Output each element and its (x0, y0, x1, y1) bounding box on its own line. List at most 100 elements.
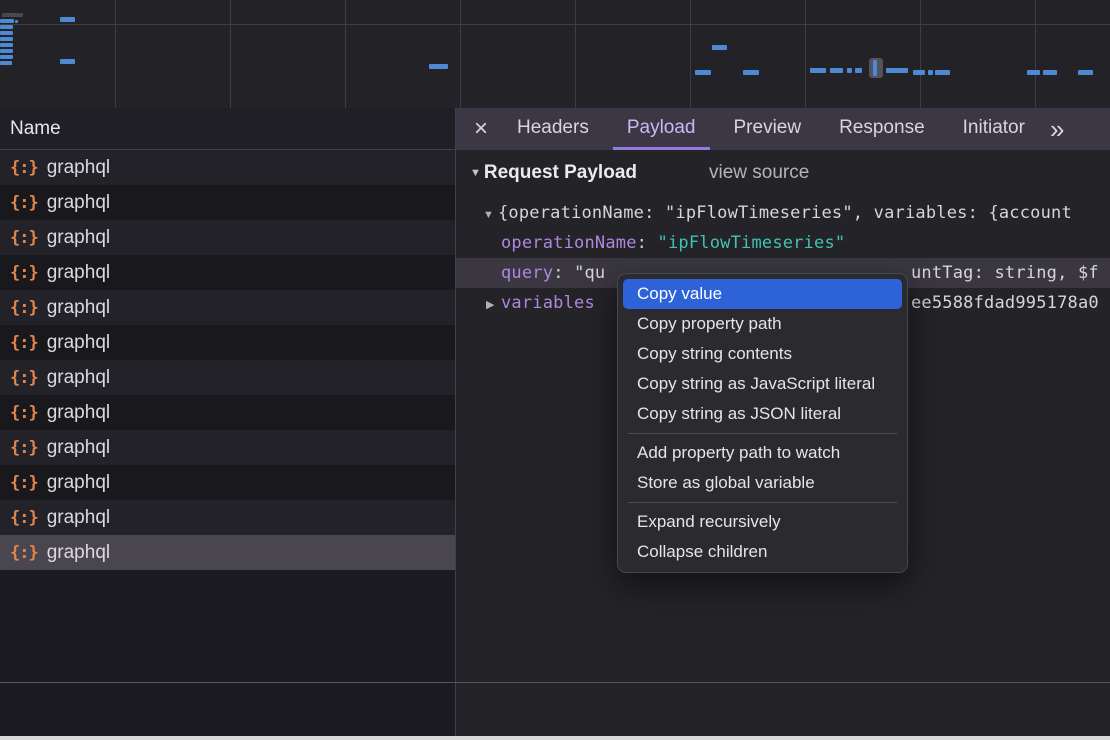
json-root-preview: {operationName: "ipFlowTimeseries", vari… (498, 203, 1072, 223)
overview-vertical-gridline (115, 0, 116, 108)
request-row[interactable]: {:}graphql (0, 500, 455, 535)
menu-item-copy-value[interactable]: Copy value (623, 279, 902, 309)
waterfall-request-bar (847, 68, 852, 73)
overview-horizontal-gridline (0, 24, 1110, 25)
json-string-value: "ipFlowTimeseries" (658, 233, 846, 253)
request-row[interactable]: {:} graphql (0, 360, 455, 395)
overview-vertical-gridline (230, 0, 231, 108)
waterfall-request-bar (695, 70, 711, 75)
request-name: graphql (47, 297, 110, 319)
waterfall-request-bar (712, 45, 727, 50)
request-payload-section-header: ▼ Request Payload view source (456, 162, 1110, 198)
more-tabs-icon[interactable]: » (1050, 108, 1064, 150)
menu-item-collapse-children[interactable]: Collapse children (618, 537, 907, 567)
waterfall-request-bar (0, 19, 14, 23)
waterfall-request-bar (429, 64, 448, 69)
waterfall-request-bar (1078, 70, 1093, 75)
network-overview-timeline[interactable] (0, 0, 1110, 108)
waterfall-request-bar (0, 43, 13, 47)
request-name: graphql (47, 157, 110, 179)
overview-vertical-gridline (805, 0, 806, 108)
waterfall-selected-request-marker (869, 58, 883, 78)
request-row[interactable]: {:} graphql (0, 255, 455, 290)
overview-vertical-gridline (690, 0, 691, 108)
menu-item-expand-recursively[interactable]: Expand recursively (618, 507, 907, 537)
json-request-icon: {:} (10, 298, 38, 318)
request-name: graphql (47, 542, 110, 564)
request-name: graphql (47, 262, 110, 284)
section-title: Request Payload (484, 162, 637, 184)
tab-payload[interactable]: Payload (613, 108, 710, 150)
request-row[interactable]: {:} graphql (0, 290, 455, 325)
waterfall-request-bar (0, 55, 13, 59)
json-request-icon: {:} (10, 158, 38, 178)
json-request-icon: {:} (10, 438, 38, 458)
request-row[interactable]: {:} graphql (0, 395, 455, 430)
waterfall-request-bar (0, 25, 13, 29)
json-request-icon: {:} (10, 193, 38, 213)
json-request-icon: {:} (10, 263, 38, 283)
view-source-link[interactable]: view source (709, 162, 809, 184)
devtools-network-panel: Name {:} graphql {:} graphql {:} graphql {:} gr… (0, 0, 1110, 740)
waterfall-request-bar (60, 59, 75, 64)
request-name: graphql (47, 192, 110, 214)
request-row[interactable]: {:}graphql (0, 535, 455, 570)
json-root-row[interactable]: ▼{operationName: "ipFlowTimeseries", var… (456, 198, 1110, 228)
request-name: graphql (47, 402, 110, 424)
close-icon[interactable]: × (464, 108, 498, 150)
request-name: graphql (47, 227, 110, 249)
waterfall-request-bar (0, 49, 13, 53)
waterfall-request-bar (743, 70, 759, 75)
section-disclosure-expanded-icon[interactable]: ▼ (470, 167, 481, 179)
detail-tabs-bar: × HeadersPayloadPreviewResponseInitiator… (456, 108, 1110, 150)
menu-item-copy-string-contents[interactable]: Copy string contents (618, 339, 907, 369)
menu-item-store-as-global-variable[interactable]: Store as global variable (618, 468, 907, 498)
json-row-operationName[interactable]: operationName: "ipFlowTimeseries" (456, 228, 1110, 258)
request-name: graphql (47, 472, 110, 494)
waterfall-request-bar (60, 17, 75, 22)
request-row[interactable]: {:} graphql (0, 430, 455, 465)
json-key: variables (501, 293, 595, 313)
json-request-icon: {:} (10, 473, 38, 493)
context-menu: Copy valueCopy property pathCopy string … (617, 273, 908, 573)
request-row[interactable]: {:} graphql (0, 185, 455, 220)
menu-separator (628, 433, 897, 434)
overview-vertical-gridline (575, 0, 576, 108)
menu-item-add-property-path-to-watch[interactable]: Add property path to watch (618, 438, 907, 468)
page-bottom-edge (0, 736, 1110, 740)
json-key: query (501, 263, 553, 283)
waterfall-request-bar (1027, 70, 1040, 75)
request-name: graphql (47, 437, 110, 459)
waterfall-request-bar (830, 68, 843, 73)
request-name: graphql (47, 507, 110, 529)
disclosure-expanded-icon[interactable]: ▼ (483, 200, 498, 228)
menu-item-copy-string-as-javascript-literal[interactable]: Copy string as JavaScript literal (618, 369, 907, 399)
request-name: graphql (47, 367, 110, 389)
waterfall-request-bar (2, 13, 23, 17)
menu-item-copy-string-as-json-literal[interactable]: Copy string as JSON literal (618, 399, 907, 429)
waterfall-request-bar (913, 70, 925, 75)
tab-headers[interactable]: Headers (503, 108, 603, 150)
column-header-label: Name (10, 118, 61, 140)
request-row[interactable]: {:} graphql (0, 150, 455, 185)
waterfall-request-bar (935, 70, 950, 75)
overview-vertical-gridline (345, 0, 346, 108)
request-row[interactable]: {:} graphql (0, 465, 455, 500)
request-name: graphql (47, 332, 110, 354)
tab-response[interactable]: Response (825, 108, 939, 150)
waterfall-request-bar (0, 31, 13, 35)
json-value-fragment-left: "qu (574, 263, 605, 283)
request-row[interactable]: {:} graphql (0, 220, 455, 255)
json-request-icon: {:} (10, 368, 38, 388)
json-request-icon: {:} (10, 403, 38, 423)
column-header-name[interactable]: Name (0, 108, 455, 150)
json-value-fragment-right: ee5588fdad995178a0 (911, 288, 1099, 318)
tab-initiator[interactable]: Initiator (949, 108, 1039, 150)
requests-table: Name {:} graphql {:} graphql {:} graphql {:} gr… (0, 108, 455, 740)
json-request-icon: {:} (10, 228, 38, 248)
menu-item-copy-property-path[interactable]: Copy property path (618, 309, 907, 339)
tab-preview[interactable]: Preview (720, 108, 816, 150)
disclosure-collapsed-icon[interactable]: ▶ (486, 290, 501, 318)
request-row[interactable]: {:}graphql (0, 325, 455, 360)
overview-vertical-gridline (1035, 0, 1036, 108)
